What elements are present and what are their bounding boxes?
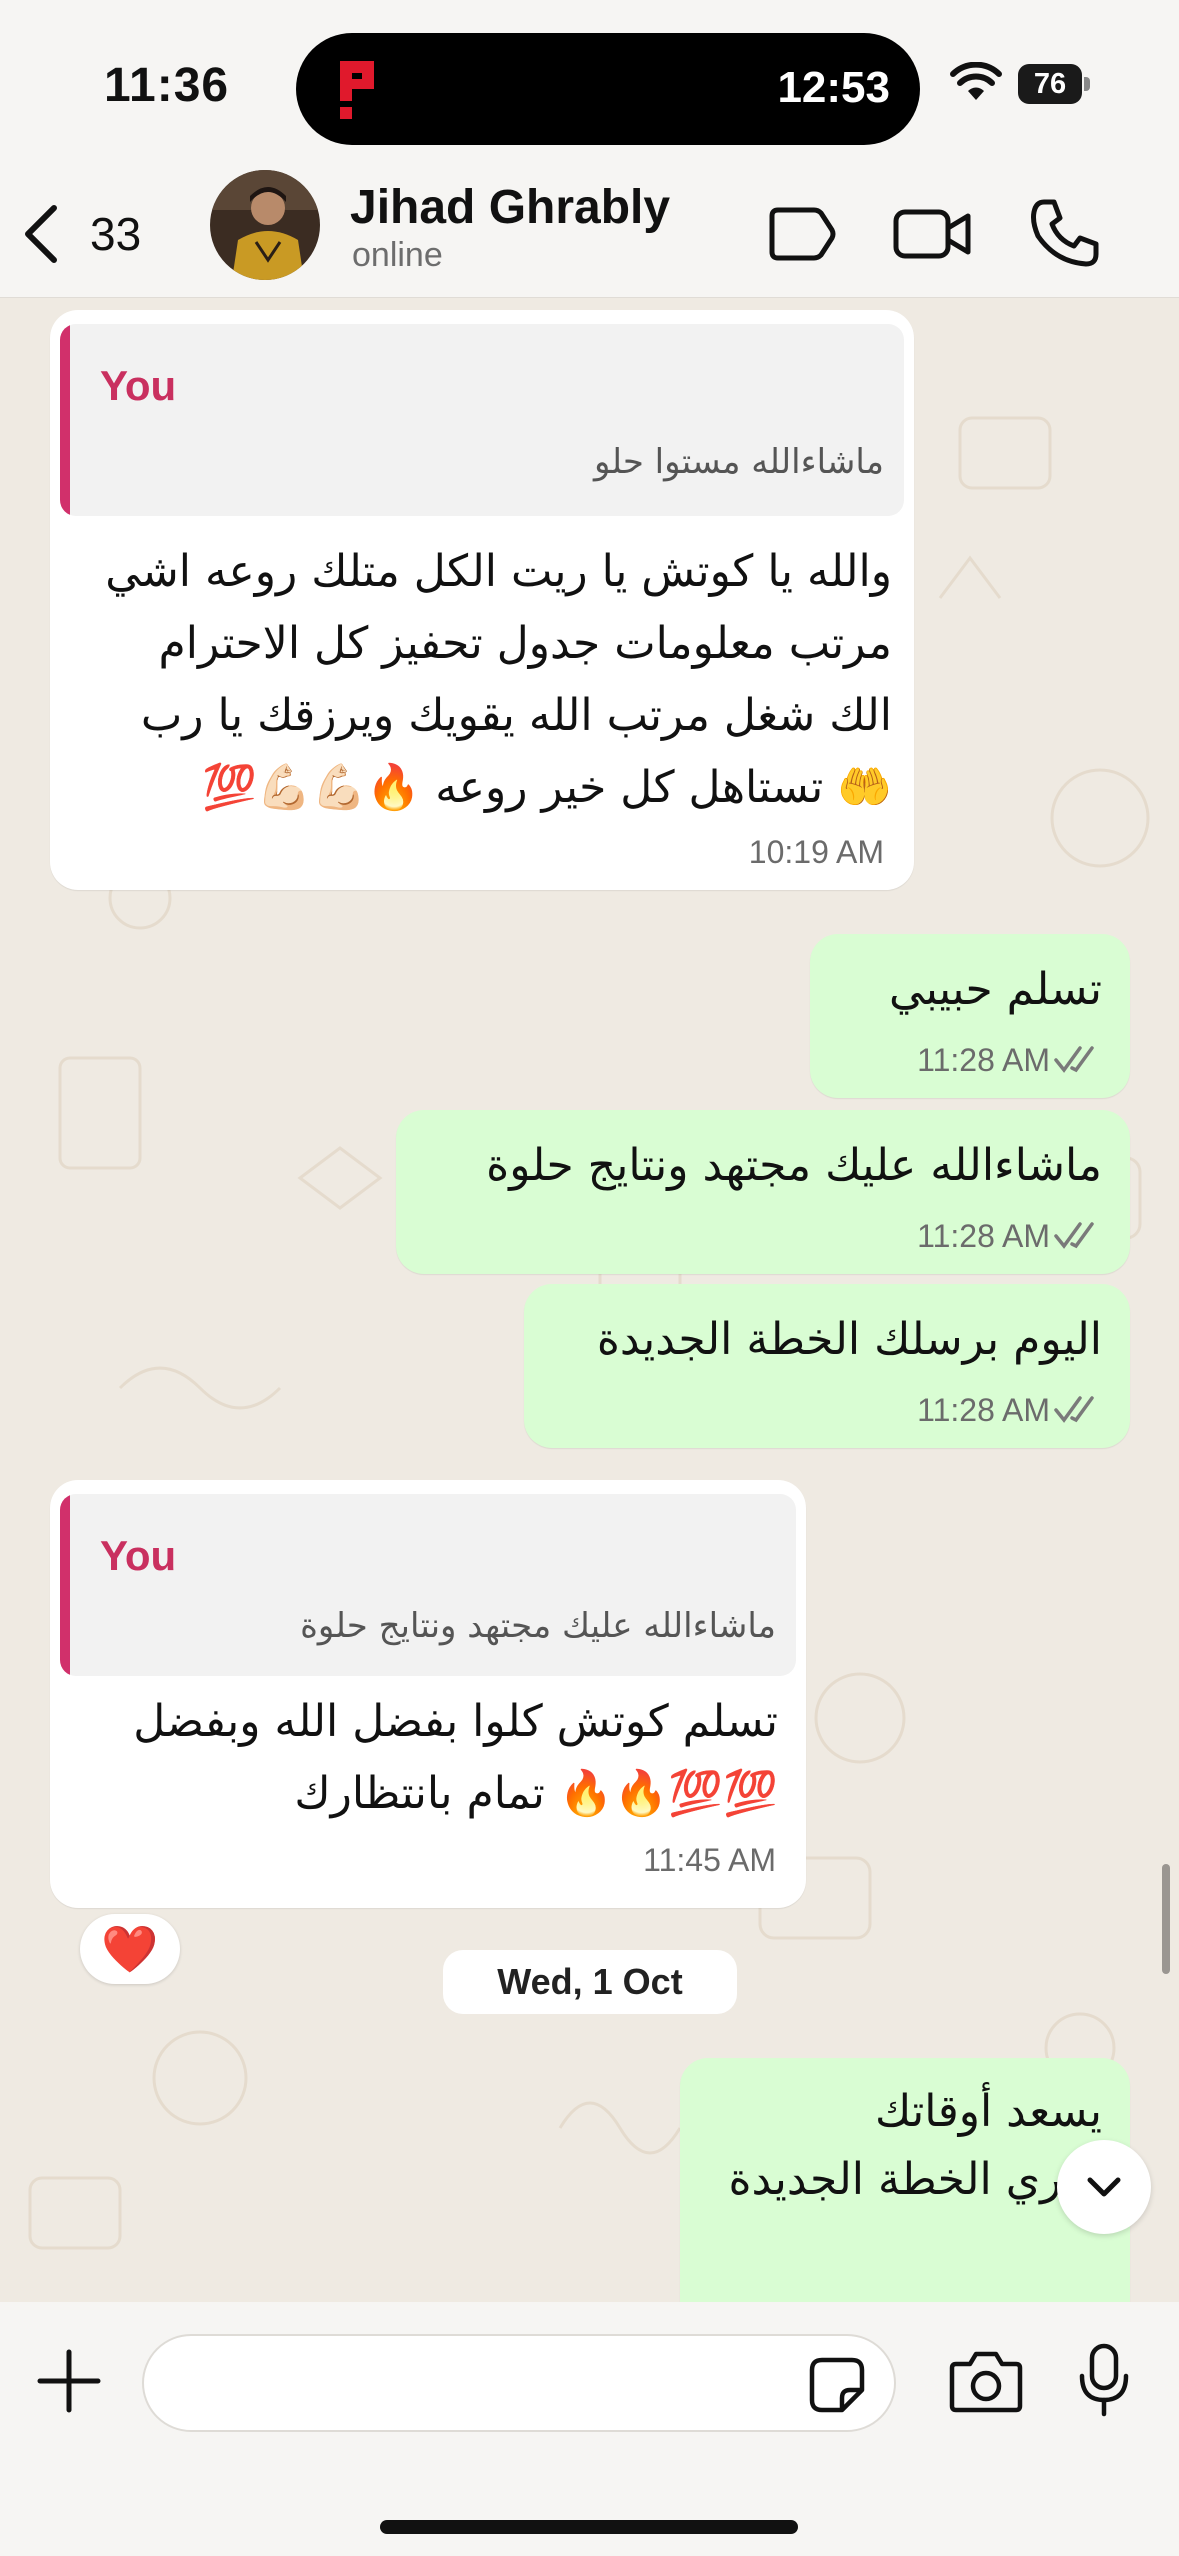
quoted-message[interactable]: You ماشاءالله عليك مجتهد ونتايج حلوة [60,1494,796,1676]
video-camera-icon [893,209,971,259]
message-text: جاري الخطة الجديدة [728,2154,1102,2205]
message-text: يسعد أوقاتك [874,2086,1102,2137]
plus-icon[interactable] [36,2348,102,2414]
chat-area[interactable]: You ماشاءالله مستوا حلو والله يا كوتش يا… [0,298,1179,2302]
scrollbar[interactable] [1162,1864,1170,1974]
message-line: تسلم كوتش كلوا بفضل الله وبفضل [133,1696,778,1747]
quote-author: You [100,362,177,409]
message-text: والله يا كوتش يا ريت الكل متلك روعه اشي … [62,536,892,824]
back-button[interactable]: 33 [20,192,160,276]
outgoing-message[interactable]: اليوم برسلك الخطة الجديدة 11:28 AM [524,1284,1130,1448]
incoming-message[interactable]: You ماشاءالله عليك مجتهد ونتايج حلوة تسل… [50,1480,806,1908]
contact-name[interactable]: Jihad Ghrably [350,180,670,235]
incoming-message[interactable]: You ماشاءالله مستوا حلو والله يا كوتش يا… [50,310,914,890]
home-indicator[interactable] [380,2520,798,2534]
date-separator: Wed, 1 Oct [443,1950,737,2014]
battery-level: 76 [1018,64,1082,104]
message-line: 💯💯🔥🔥 تمام بانتظارك [294,1768,778,1819]
message-time: 10:19 AM [748,834,884,870]
read-receipt-icon [1054,1396,1094,1423]
message-line: مرتب معلومات جدول تحفيز كل الاحترام [158,618,893,669]
chevron-down-icon [1087,2177,1121,2197]
scroll-to-bottom-button[interactable] [1057,2140,1151,2234]
camera-icon[interactable] [948,2348,1024,2414]
message-text: تسلم حبيبي [888,964,1102,1015]
message-line: 🤲 تستاهل كل خير روعه 🔥💪🏻💪🏻💯 [202,762,892,813]
avatar[interactable] [210,170,320,280]
phone-icon [1031,199,1099,267]
message-time: 11:28 AM [917,1218,1050,1254]
quoted-message[interactable]: You ماشاءالله مستوا حلو [60,324,904,516]
label-button[interactable] [758,192,842,276]
avatar-photo [210,170,320,280]
video-call-button[interactable] [890,192,974,276]
quote-accent-bar [60,324,70,516]
tag-icon [769,207,836,261]
battery-indicator: 76 [1018,64,1090,104]
chevron-left-icon [25,205,57,263]
voice-call-button[interactable] [1022,192,1106,276]
sticker-icon[interactable] [808,2356,866,2414]
message-time: 11:28 AM [917,1392,1050,1428]
dynamic-island: 12:53 [296,33,920,145]
read-receipt-icon [1054,1222,1094,1249]
reaction-badge[interactable]: ❤️ [80,1914,180,1984]
chat-header: 33 Jihad Ghrably online [0,170,1179,298]
message-time: 11:28 AM [917,1042,1050,1078]
quote-author: You [100,1532,177,1579]
read-receipt-icon [1054,1046,1094,1073]
message-line: الك شغل مرتب الله يقويك ويرزقك يا رب [140,690,892,741]
contact-status: online [352,236,443,274]
message-time: 11:45 AM [643,1842,776,1878]
message-text: ماشاءالله عليك مجتهد ونتايج حلوة [486,1140,1102,1191]
quote-text: ماشاءالله مستوا حلو [594,442,884,482]
quote-accent-bar [60,1494,70,1676]
unread-count: 33 [90,208,142,260]
status-bar: 11:36 12:53 76 [0,0,1179,170]
quote-text: ماشاءالله عليك مجتهد ونتايج حلوة [300,1606,776,1646]
composer-bar [0,2302,1179,2556]
wifi-icon [950,62,1002,100]
app-logo-icon [340,61,374,119]
outgoing-message[interactable]: تسلم حبيبي 11:28 AM [810,934,1130,1098]
message-input[interactable] [142,2334,896,2432]
microphone-icon[interactable] [1078,2342,1130,2418]
battery-tip [1084,77,1090,91]
message-line: والله يا كوتش يا ريت الكل متلك روعه اشي [105,546,892,597]
island-time: 12:53 [777,63,890,112]
message-text: تسلم كوتش كلوا بفضل الله وبفضل 💯💯🔥🔥 تمام… [58,1686,778,1830]
status-time: 11:36 [104,59,230,112]
outgoing-message[interactable]: ماشاءالله عليك مجتهد ونتايج حلوة 11:28 A… [396,1110,1130,1274]
message-text: اليوم برسلك الخطة الجديدة [596,1314,1102,1365]
